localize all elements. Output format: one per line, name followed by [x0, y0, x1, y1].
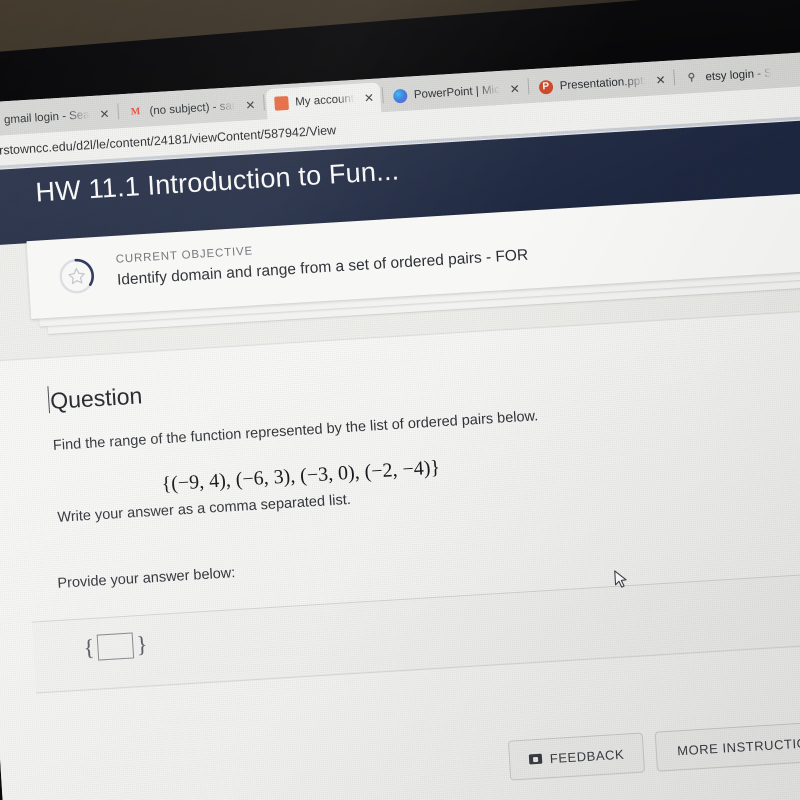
answer-area[interactable]: { }	[31, 569, 800, 694]
gmail-icon: M	[130, 106, 141, 118]
answer-set-field[interactable]: { }	[83, 632, 149, 662]
powerpoint-icon: P	[538, 79, 554, 95]
search-icon: ⚲	[687, 72, 696, 84]
tab-divider	[262, 94, 265, 111]
question-heading: Question	[49, 382, 143, 415]
question-panel: Question Find the range of the function …	[0, 306, 800, 800]
tab-divider	[116, 103, 119, 120]
tab-title: My account	[294, 92, 355, 109]
objective-label: CURRENT OBJECTIVE	[115, 245, 254, 266]
action-button-row: FEEDBACK MORE INSTRUCTION SU	[1, 717, 800, 800]
provide-answer-label: Provide your answer below:	[56, 565, 236, 592]
tab-title: etsy login - S	[705, 67, 773, 84]
tab-title: gmail login - Sea	[3, 109, 90, 127]
feedback-button[interactable]: FEEDBACK	[507, 732, 646, 781]
close-icon[interactable]: ✕	[364, 91, 375, 106]
feedback-button-label: FEEDBACK	[549, 746, 625, 766]
mouse-cursor	[614, 569, 629, 590]
microsoft365-icon	[392, 88, 408, 104]
close-icon[interactable]: ✕	[245, 98, 256, 113]
tab-divider	[672, 69, 675, 86]
more-instruction-button-label: MORE INSTRUCTION	[676, 734, 800, 758]
tab-title: PowerPoint | Micr	[413, 84, 501, 102]
star-progress-icon	[56, 255, 98, 297]
photo-of-laptop-screen: ⚲ gmail login - Sea ✕ M (no subject) - s…	[0, 0, 800, 800]
close-brace: }	[135, 631, 149, 658]
close-icon[interactable]: ✕	[655, 73, 666, 88]
close-icon[interactable]: ✕	[99, 107, 110, 122]
more-instruction-button[interactable]: MORE INSTRUCTION	[654, 720, 800, 772]
browser-window: ⚲ gmail login - Sea ✕ M (no subject) - s…	[0, 49, 800, 800]
close-icon[interactable]: ✕	[509, 82, 520, 97]
tab-title: (no subject) - sam	[149, 100, 236, 118]
tab-divider	[381, 87, 384, 104]
feedback-icon	[528, 753, 543, 765]
answer-input[interactable]	[96, 632, 135, 661]
question-prompt: Find the range of the function represent…	[52, 408, 539, 454]
office-icon	[273, 95, 289, 111]
tab-divider	[527, 78, 530, 95]
tab-title: Presentation.pptx	[559, 75, 646, 93]
page-title: HW 11.1 Introduction to Fun...	[34, 155, 400, 208]
open-brace: {	[82, 634, 96, 661]
